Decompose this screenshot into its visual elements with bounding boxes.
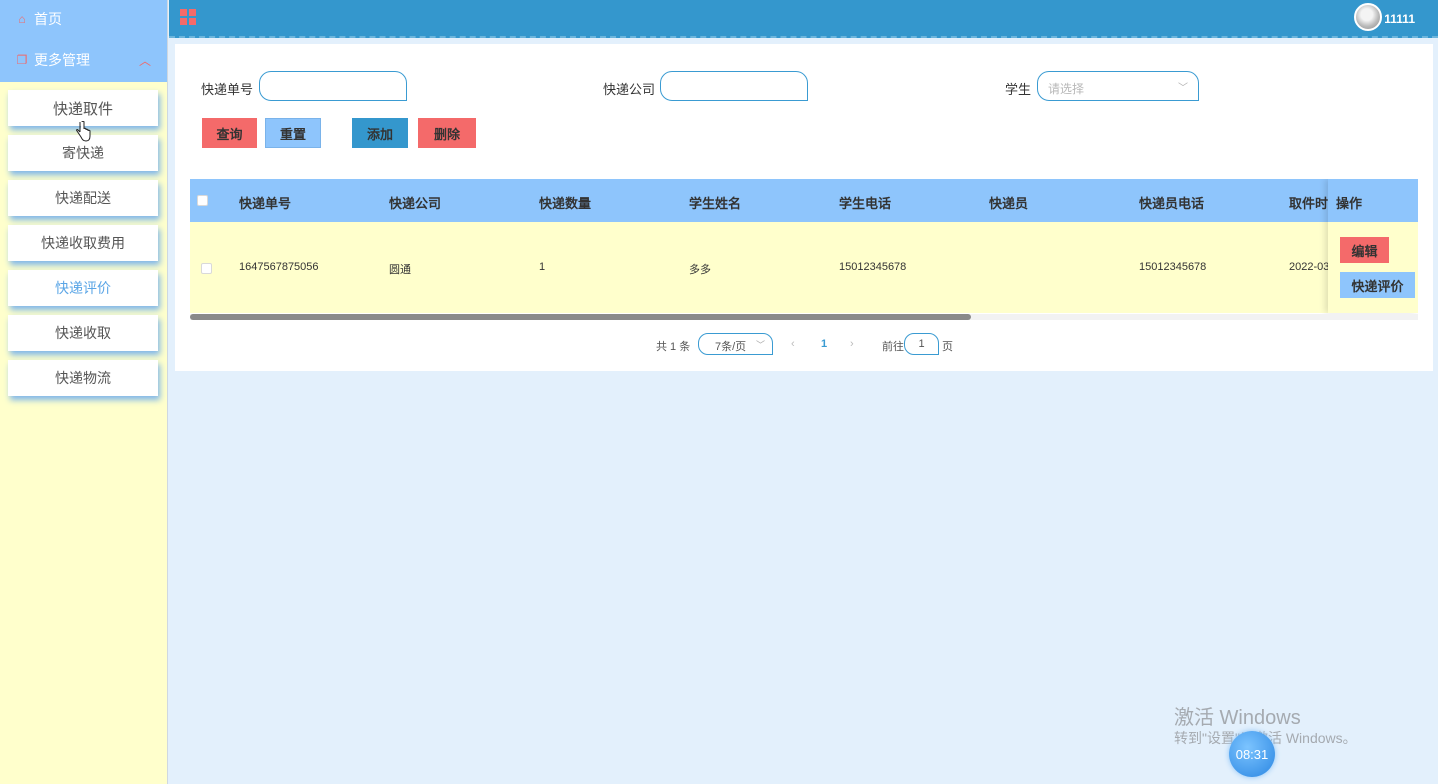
top-bar: 11111 <box>169 0 1438 38</box>
page-size-select[interactable]: 7条/页 ﹀ <box>698 333 773 355</box>
cell-company: 圆通 <box>389 264 411 276</box>
cell-quantity: 1 <box>539 261 546 273</box>
scrollbar-thumb[interactable] <box>190 314 971 320</box>
chevron-down-icon: ﹀ <box>1178 83 1188 94</box>
query-button[interactable]: 查询 <box>202 118 257 148</box>
goto-page-input[interactable]: 1 <box>904 333 939 355</box>
username[interactable]: 11111 <box>1384 12 1415 26</box>
column-header[interactable]: 快递员电话 <box>1139 193 1204 212</box>
cell-student-phone: 15012345678 <box>839 261 907 273</box>
home-icon: ⌂ <box>18 12 26 26</box>
sidebar-item-label: 寄快递 <box>62 145 104 161</box>
sidebar-item-fees[interactable]: 快递收取费用 <box>8 225 158 261</box>
column-header[interactable]: 学生姓名 <box>689 193 741 212</box>
sidebar-item-label: 快递收取 <box>55 325 111 341</box>
menu-grid-icon[interactable] <box>180 9 196 25</box>
review-button[interactable]: 快递评价 <box>1340 272 1415 298</box>
page-size-value: 7条/页 <box>715 341 747 353</box>
column-header[interactable]: 学生电话 <box>839 193 891 212</box>
sidebar-item-receive[interactable]: 快递收取 <box>8 315 158 351</box>
company-input[interactable] <box>660 71 808 101</box>
select-all-checkbox[interactable] <box>197 195 208 206</box>
nav-home[interactable]: ⌂ 首页 <box>0 0 167 38</box>
current-page[interactable]: 1 <box>821 338 827 350</box>
column-header[interactable]: 快递数量 <box>539 193 591 212</box>
operations-cell: 编辑 快递评价 <box>1328 222 1418 313</box>
next-page-icon[interactable]: › <box>850 338 854 350</box>
sidebar-item-label: 快递收取费用 <box>41 235 125 251</box>
operations-column: 操作 编辑 快递评价 <box>1328 179 1418 313</box>
cell-pickup-time: 2022-03 <box>1289 261 1330 273</box>
search-form: 快递单号 快递公司 学生 请选择 ﹀ <box>175 71 1433 101</box>
hand-cursor-icon <box>76 121 91 142</box>
avatar[interactable] <box>1354 3 1382 31</box>
sidebar-item-label: 快递评价 <box>55 280 111 296</box>
cell-courier-phone: 15012345678 <box>1139 261 1207 273</box>
student-select[interactable]: 请选择 ﹀ <box>1037 71 1199 101</box>
student-select-placeholder: 请选择 <box>1048 82 1085 96</box>
sidebar-item-label: 快递取件 <box>52 100 113 118</box>
copy-icon: ❐ <box>16 53 28 67</box>
sidebar-item-review[interactable]: 快递评价 <box>8 270 158 306</box>
add-button[interactable]: 添加 <box>352 118 408 148</box>
row-checkbox[interactable] <box>201 263 212 274</box>
horizontal-scrollbar[interactable] <box>190 314 1418 320</box>
sidebar-item-label: 快递配送 <box>55 190 111 206</box>
floating-clock[interactable]: 08:31 <box>1229 731 1275 777</box>
goto-label: 前往 <box>882 341 904 353</box>
main-panel: 快递单号 快递公司 学生 请选择 ﹀ 查询 重置 添加 删除 快递单号 快递公司… <box>175 44 1433 371</box>
column-header[interactable]: 快递单号 <box>239 193 291 212</box>
cell-student-name: 多多 <box>689 264 711 276</box>
data-table: 快递单号 快递公司 快递数量 学生姓名 学生电话 快递员 快递员电话 取件时间 … <box>190 179 1418 320</box>
tracking-number-label: 快递单号 <box>201 82 254 97</box>
nav-group-label: 更多管理 <box>34 52 90 68</box>
sidebar-item-logistics[interactable]: 快递物流 <box>8 360 158 396</box>
sidebar-item-label: 快递物流 <box>55 370 111 386</box>
table-header: 快递单号 快递公司 快递数量 学生姓名 学生电话 快递员 快递员电话 取件时间 <box>190 179 1418 222</box>
column-header[interactable]: 快递员 <box>989 193 1028 212</box>
tracking-number-input[interactable] <box>259 71 407 101</box>
sidebar-item-delivery[interactable]: 快递配送 <box>8 180 158 216</box>
delete-button[interactable]: 删除 <box>418 118 476 148</box>
nav-group-more-management[interactable]: ❐ 更多管理 ︿ <box>0 38 167 82</box>
chevron-up-icon: ︿ <box>138 54 151 68</box>
student-label: 学生 <box>1005 82 1032 97</box>
sidebar: ⌂ 首页 ❐ 更多管理 ︿ 快递取件 寄快递 快递配送 快递收取费用 快递评价 … <box>0 0 168 784</box>
company-label: 快递公司 <box>603 82 656 97</box>
prev-page-icon[interactable]: ‹ <box>791 338 795 350</box>
activation-watermark-title: 激活 Windows <box>1174 707 1301 729</box>
chevron-down-icon: ﹀ <box>755 340 765 350</box>
reset-button[interactable]: 重置 <box>265 118 321 148</box>
column-header[interactable]: 快递公司 <box>389 193 441 212</box>
table-row: 1647567875056 圆通 1 多多 15012345678 150123… <box>190 222 1418 313</box>
pagination: 共 1 条 7条/页 ﹀ ‹ 1 › 前往 1 页 <box>175 333 1433 355</box>
cell-tracking-number: 1647567875056 <box>239 261 319 273</box>
page-unit: 页 <box>942 341 953 353</box>
nav-home-label: 首页 <box>34 11 62 27</box>
column-header-operations: 操作 <box>1328 179 1418 222</box>
total-count: 共 1 条 <box>656 341 691 353</box>
edit-button[interactable]: 编辑 <box>1340 237 1389 263</box>
